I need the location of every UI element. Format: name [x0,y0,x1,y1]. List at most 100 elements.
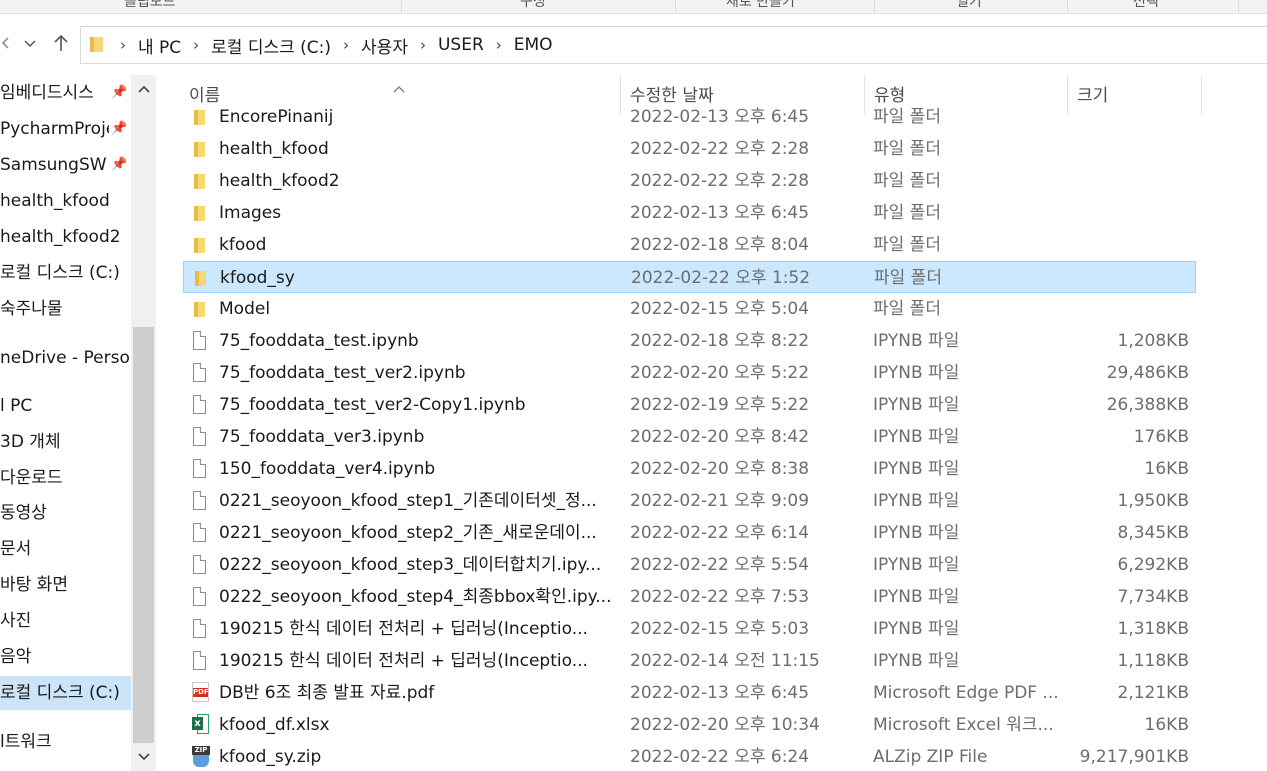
file-row[interactable]: PDF DB반 6조 최종 발표 자료.pdf 2022-02-13 오후 6:45… [183,677,1196,709]
breadcrumb-this-pc[interactable]: 내 PC [137,33,182,58]
file-type: IPYNB 파일 [873,331,960,351]
ribbon-group-select[interactable]: 선택 [1133,0,1159,11]
file-row[interactable]: 0222_seoyoon_kfood_step3_데이터합치기.ipy... 20… [183,549,1196,581]
chevron-right-icon[interactable]: › [193,36,199,54]
folder-row[interactable]: health_kfood2 2022-02-22 오후 2:28 파일 폴더 [183,165,1196,197]
folder-row[interactable]: kfood 2022-02-18 오후 8:04 파일 폴더 [183,229,1196,261]
file-row[interactable]: 75_fooddata_test.ipynb 2022-02-18 오후 8:22… [183,325,1196,357]
file-type: IPYNB 파일 [873,459,960,479]
sidebar-item-label: l PC [0,396,33,416]
sidebar-item[interactable]: health_kfood2 [0,220,131,254]
file-name: kfood_sy.zip [219,747,322,767]
file-row[interactable]: 0221_seoyoon_kfood_step1_기존데이터셋_정... 2022… [183,485,1196,517]
ribbon-group-open[interactable]: 열기 [956,0,982,11]
sidebar-item[interactable]: 숙주나물 [0,292,131,326]
file-date-modified: 2022-02-22 오후 6:24 [630,747,810,767]
file-row[interactable]: ZIP kfood_sy.zip 2022-02-22 오후 6:24 ALZip Z… [183,741,1196,771]
sidebar-item[interactable]: 동영상 [0,496,131,530]
file-type: IPYNB 파일 [873,363,960,383]
chevron-right-icon[interactable]: › [120,36,126,54]
file-type: 파일 폴더 [873,171,941,191]
file-row[interactable]: 75_fooddata_test_ver2.ipynb 2022-02-20 오후… [183,357,1196,389]
file-type: IPYNB 파일 [873,619,960,639]
document-file-icon [192,619,208,639]
file-size: 6,292KB [1117,555,1189,575]
file-size: 16KB [1144,459,1189,479]
file-type: IPYNB 파일 [873,651,960,671]
sidebar-item[interactable]: 로컬 디스크 (C:) [0,676,131,710]
breadcrumb: › 내 PC › 로컬 디스크 (C:) › 사용자 › USER › EMO [109,33,554,58]
file-row[interactable]: 0222_seoyoon_kfood_step4_최종bbox확인.ipy...… [183,581,1196,613]
scroll-up-button[interactable] [131,77,156,103]
sidebar-item[interactable]: 3D 개체 [0,425,131,459]
sidebar-item[interactable]: 로컬 디스크 (C:) [0,256,131,290]
chevron-down-icon [24,40,36,48]
sidebar-item[interactable]: 바탕 화면 [0,568,131,602]
file-row[interactable]: 75_fooddata_test_ver2-Copy1.ipynb 2022-02… [183,389,1196,421]
ribbon-group-organize[interactable]: 구성 [520,0,546,11]
sidebar-item[interactable]: PycharmProje 📌 [0,112,131,146]
breadcrumb-emo[interactable]: EMO [513,35,554,55]
sidebar-item[interactable]: 사진 [0,604,131,638]
file-date-modified: 2022-02-21 오후 9:09 [630,491,810,511]
file-name: 0222_seoyoon_kfood_step4_최종bbox확인.ipy... [219,587,611,607]
address-bar[interactable]: › 내 PC › 로컬 디스크 (C:) › 사용자 › USER › EMO [80,26,1267,64]
file-row[interactable]: x kfood_df.xlsx 2022-02-20 오후 10:34 Microso… [183,709,1196,741]
scroll-down-button[interactable] [131,745,156,771]
sidebar-item-label: PycharmProje [0,119,117,139]
breadcrumb-users[interactable]: 사용자 [360,33,409,58]
sidebar-item[interactable]: l PC [0,389,131,423]
folder-row[interactable]: health_kfood 2022-02-22 오후 2:28 파일 폴더 [183,133,1196,165]
file-date-modified: 2022-02-22 오후 1:52 [631,268,811,288]
sidebar-item-label: l트워크 [0,732,52,752]
sidebar-item[interactable]: health_kfood [0,184,131,218]
file-date-modified: 2022-02-19 오후 5:22 [630,395,810,415]
file-row[interactable]: 0221_seoyoon_kfood_step2_기존_새로운데이... 2022… [183,517,1196,549]
file-row[interactable]: 150_fooddata_ver4.ipynb 2022-02-20 오후 8:3… [183,453,1196,485]
sidebar-item-label: 로컬 디스크 (C:) [0,263,120,283]
breadcrumb-user[interactable]: USER [437,35,485,55]
file-name: 75_fooddata_ver3.ipynb [219,427,425,447]
navigation-pane-scrollbar[interactable] [131,75,156,771]
recent-locations-button[interactable] [20,34,40,53]
chevron-right-icon[interactable]: › [343,36,349,54]
sidebar-item[interactable]: 임베디드시스 📌 [0,76,131,110]
sidebar-item[interactable]: l트워크 [0,725,131,759]
sidebar-item-label: 로컬 디스크 (C:) [0,683,120,703]
sidebar-item[interactable]: 다운로드 [0,461,131,495]
ribbon-group-new[interactable]: 새로 만들기 [726,0,795,11]
up-button[interactable] [51,34,71,56]
document-file-icon [192,395,208,415]
chevron-right-icon[interactable]: › [496,36,502,54]
sidebar-item-label: SamsungSW [0,155,107,175]
pin-icon[interactable]: 📌 [109,76,128,110]
file-size: 1,208KB [1117,331,1189,351]
file-date-modified: 2022-02-20 오후 10:34 [630,715,820,735]
pin-icon[interactable]: 📌 [109,148,128,182]
pin-icon[interactable]: 📌 [109,112,128,146]
sidebar-item[interactable]: neDrive - Person [0,341,131,375]
folder-row[interactable]: kfood_sy 2022-02-22 오후 1:52 파일 폴더 [183,261,1196,293]
file-type: 파일 폴더 [873,235,941,255]
ribbon-divider [675,0,676,13]
folder-row[interactable]: EncorePinanij 2022-02-13 오후 6:45 파일 폴더 [183,104,1196,133]
file-date-modified: 2022-02-14 오전 11:15 [630,651,820,671]
folder-icon [89,37,105,52]
chevron-right-icon[interactable]: › [420,36,426,54]
back-button[interactable] [0,34,16,53]
sidebar-item[interactable]: 음악 [0,640,131,674]
file-row[interactable]: 190215 한식 데이터 전처리 + 딥러닝(Inceptio... 2022-… [183,645,1196,677]
file-row[interactable]: 75_fooddata_ver3.ipynb 2022-02-20 오후 8:42… [183,421,1196,453]
file-name: health_kfood2 [219,171,340,191]
ribbon-group-clipboard[interactable]: 클립보드 [124,0,176,11]
folder-row[interactable]: Model 2022-02-15 오후 5:04 파일 폴더 [183,293,1196,325]
file-name: 0221_seoyoon_kfood_step2_기존_새로운데이... [219,523,597,543]
breadcrumb-local-disk[interactable]: 로컬 디스크 (C:) [210,33,332,58]
file-date-modified: 2022-02-13 오후 6:45 [630,107,810,127]
folder-row[interactable]: Images 2022-02-13 오후 6:45 파일 폴더 [183,197,1196,229]
file-size: 26,388KB [1106,395,1189,415]
file-row[interactable]: 190215 한식 데이터 전처리 + 딥러닝(Inceptio... 2022-… [183,613,1196,645]
sidebar-item[interactable]: SamsungSW 📌 [0,148,131,182]
sidebar-item[interactable]: 문서 [0,532,131,566]
scroll-thumb[interactable] [133,327,154,743]
